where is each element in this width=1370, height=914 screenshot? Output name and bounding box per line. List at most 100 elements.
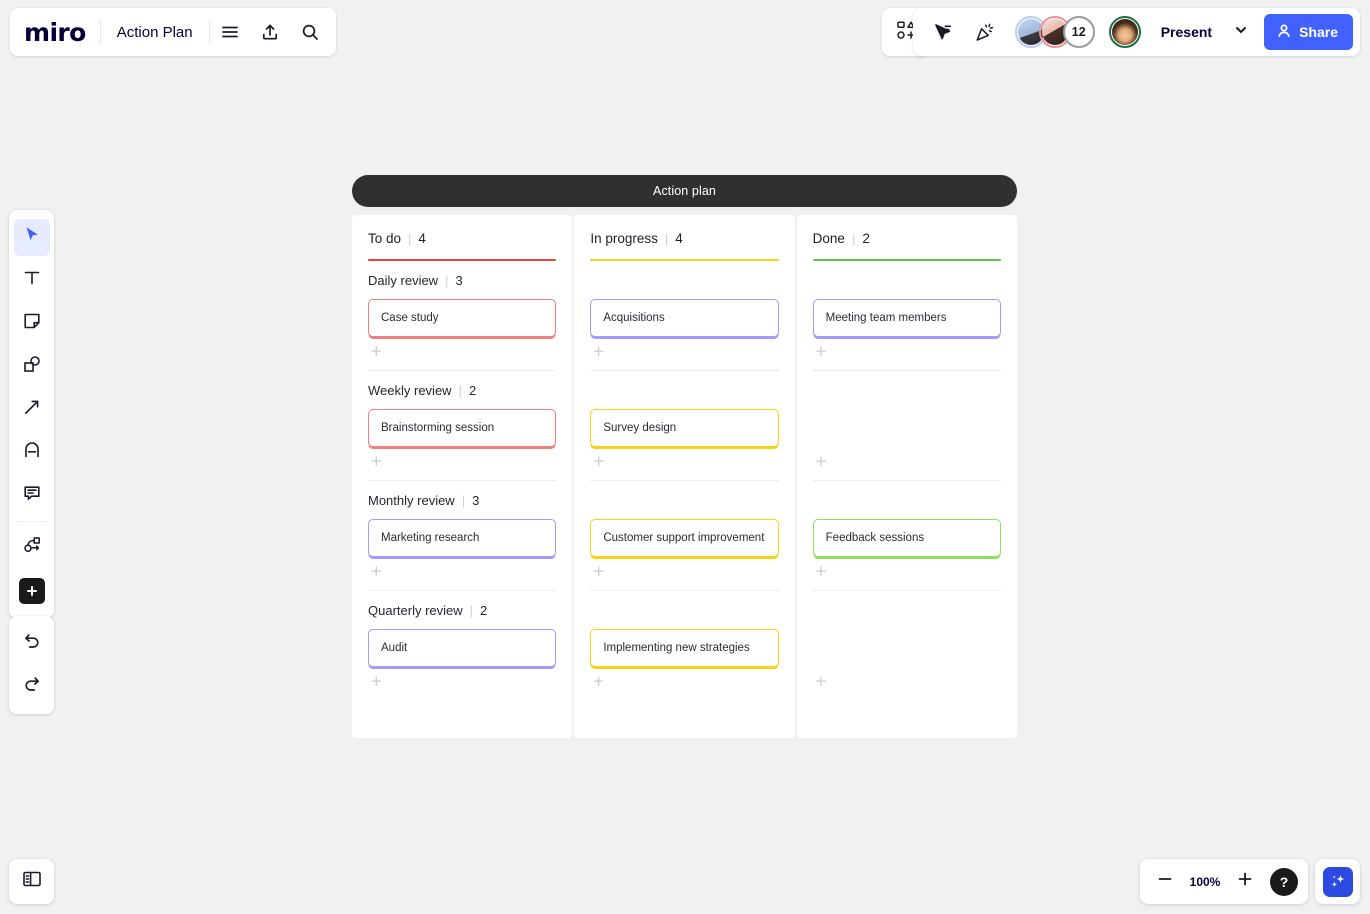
sticky-note-tool[interactable]: [14, 305, 50, 342]
share-button[interactable]: Share: [1264, 14, 1353, 50]
present-button[interactable]: Present: [1149, 15, 1224, 49]
add-card-button[interactable]: +: [592, 564, 605, 579]
board-group: Monthly review|3Marketing research +: [368, 481, 556, 591]
group-title: Quarterly review: [368, 603, 463, 618]
add-card-row: +: [368, 667, 556, 695]
group-header[interactable]: Quarterly review | 2: [368, 591, 556, 629]
add-card-button[interactable]: +: [370, 564, 383, 579]
cursor-share-button[interactable]: [923, 12, 963, 52]
hamburger-menu-button[interactable]: [210, 12, 250, 52]
task-card[interactable]: Marketing research: [368, 519, 556, 557]
add-card-button[interactable]: +: [815, 344, 828, 359]
task-card[interactable]: Audit: [368, 629, 556, 667]
add-card-row: +: [590, 337, 778, 365]
task-card[interactable]: Acquisitions: [590, 299, 778, 337]
history-toolbar: [9, 616, 54, 714]
side-panel-button[interactable]: [9, 859, 54, 904]
add-card-row: +: [590, 447, 778, 475]
task-card-label: Case study: [381, 312, 439, 324]
add-card-button[interactable]: +: [370, 674, 383, 689]
add-card-button[interactable]: +: [370, 454, 383, 469]
redo-button[interactable]: [14, 668, 50, 705]
task-card[interactable]: Meeting team members: [813, 299, 1001, 337]
column-count: 2: [862, 231, 870, 246]
divider: |: [462, 493, 465, 508]
board-group: Daily review|3 Case study +: [368, 261, 556, 371]
add-card-button[interactable]: +: [592, 454, 605, 469]
divider: |: [852, 231, 855, 246]
task-card-label: Survey design: [603, 422, 676, 434]
task-card-label: Feedback sessions: [826, 532, 924, 544]
add-card-button[interactable]: +: [815, 674, 828, 689]
text-tool[interactable]: [14, 262, 50, 299]
task-card[interactable]: Implementing new strategies: [590, 629, 778, 667]
add-card-button[interactable]: +: [592, 674, 605, 689]
zoom-out-button[interactable]: [1150, 867, 1180, 897]
zoom-toolbar: 100% ?: [1140, 859, 1308, 904]
divider: |: [408, 231, 411, 246]
ai-assistant-button[interactable]: [1315, 859, 1360, 904]
undo-button[interactable]: [14, 625, 50, 662]
group-count: 2: [469, 383, 476, 398]
task-card-label: Audit: [381, 642, 407, 654]
divider: |: [470, 603, 473, 618]
pen-tool[interactable]: [14, 434, 50, 471]
add-card-row: +: [590, 557, 778, 585]
board-group: Feedback sessions +: [813, 481, 1001, 591]
comment-tool[interactable]: [14, 477, 50, 514]
shapes-tool[interactable]: [14, 348, 50, 385]
kanban-board: To do|4Daily review|3Case study+Weekly r…: [352, 215, 1017, 738]
group-header[interactable]: Monthly review|3: [368, 481, 556, 519]
task-card[interactable]: Survey design: [590, 409, 778, 447]
hamburger-menu-icon: [220, 22, 240, 42]
upload-button[interactable]: [250, 12, 290, 52]
task-card[interactable]: Feedback sessions: [813, 519, 1001, 557]
current-user-avatar[interactable]: [1109, 16, 1141, 48]
task-card-label: Meeting team members: [826, 312, 947, 324]
connector-tool[interactable]: [14, 391, 50, 428]
task-card-label: Customer support improvement: [603, 532, 764, 544]
board-title[interactable]: Action Plan: [101, 24, 209, 41]
add-card-row: +: [368, 557, 556, 585]
task-card[interactable]: Customer support improvement: [590, 519, 778, 557]
add-card-button[interactable]: +: [815, 564, 828, 579]
add-card-row: +: [813, 557, 1001, 585]
sticky-note-icon: [22, 311, 42, 336]
divider: |: [665, 231, 668, 246]
miro-logo[interactable]: miro: [24, 20, 100, 45]
board-column: To do|4Daily review|3Case study+Weekly r…: [352, 215, 572, 738]
group-count: 2: [480, 603, 487, 618]
group-header[interactable]: Daily review|3: [368, 261, 556, 299]
add-card-row: +: [368, 447, 556, 475]
reactions-button[interactable]: [965, 12, 1005, 52]
present-dropdown-button[interactable]: [1226, 15, 1256, 49]
search-button[interactable]: [290, 12, 330, 52]
add-card-button[interactable]: +: [370, 344, 383, 359]
top-left-toolbar: miro Action Plan: [10, 8, 336, 56]
add-card-button[interactable]: +: [815, 454, 828, 469]
help-button[interactable]: ?: [1270, 868, 1298, 896]
more-apps-tool[interactable]: [14, 572, 50, 609]
zoom-level-label[interactable]: 100%: [1184, 875, 1226, 889]
minus-icon: [1156, 870, 1174, 893]
board-column: Done|2Meeting team members++Feedback ses…: [797, 215, 1017, 738]
flowchart-icon: [22, 535, 42, 560]
frame-flow-tool[interactable]: [14, 529, 50, 566]
board-group: Customer support improvement +: [590, 481, 778, 591]
frame-title[interactable]: Action plan: [352, 175, 1017, 207]
zoom-in-button[interactable]: [1230, 867, 1260, 897]
task-card[interactable]: Brainstorming session: [368, 409, 556, 447]
cursor-share-icon: [932, 22, 953, 43]
collaborator-avatars[interactable]: 12: [1015, 16, 1141, 48]
group-header[interactable]: Weekly review|2: [368, 371, 556, 409]
task-card[interactable]: Case study: [368, 299, 556, 337]
redo-arrow-icon: [22, 674, 42, 699]
select-tool[interactable]: [14, 219, 50, 256]
add-card-button[interactable]: +: [592, 344, 605, 359]
add-card-row: +: [813, 447, 1001, 475]
group-title: Weekly review: [368, 383, 452, 398]
group-count: 3: [455, 273, 462, 288]
collaborator-count-badge[interactable]: 12: [1063, 16, 1095, 48]
shapes-icon: [22, 354, 42, 379]
plus-square-icon: [19, 578, 45, 604]
